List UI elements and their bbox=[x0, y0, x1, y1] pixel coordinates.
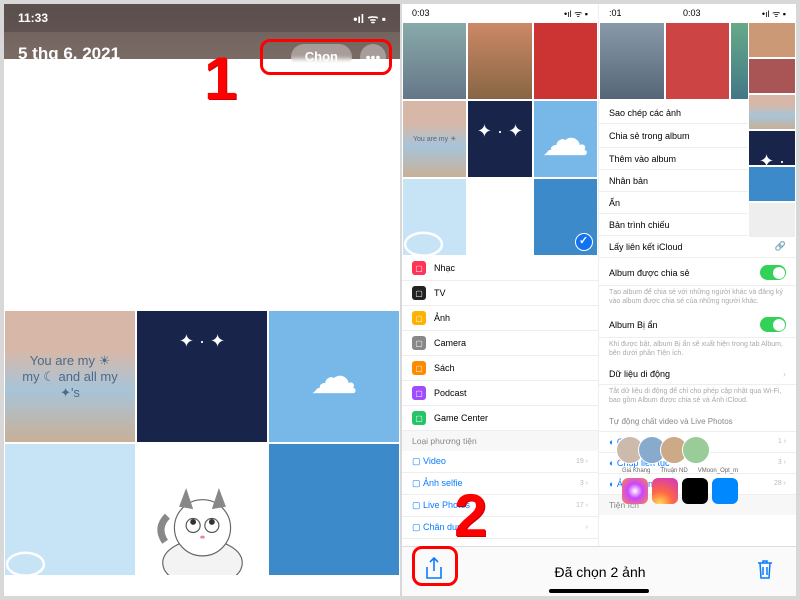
section-header: Loại phương tiện bbox=[402, 431, 598, 451]
annotation-box-2 bbox=[412, 546, 458, 586]
selection-count: Đã chọn 2 ảnh bbox=[554, 564, 645, 580]
photo-thumb[interactable] bbox=[748, 202, 796, 238]
photo-thumb[interactable] bbox=[402, 22, 467, 100]
action-sheet-item[interactable]: Lấy liên kết iCloud🔗 bbox=[599, 236, 796, 258]
media-type-item[interactable]: ▢ Video19 › bbox=[402, 451, 598, 473]
media-types-list[interactable]: ▢ Video19 ›▢ Ảnh selfie3 ›▢ Live Photos1… bbox=[402, 451, 598, 539]
row-transfer: Tự động chất video và Live Photos bbox=[599, 412, 796, 432]
media-type-item[interactable]: ▢ Ảnh selfie3 › bbox=[402, 473, 598, 495]
annotation-box-1 bbox=[260, 39, 392, 75]
settings-item[interactable]: ▢Game Center bbox=[402, 406, 598, 431]
chevron-right-icon: › bbox=[783, 369, 786, 379]
app-icon-messenger[interactable] bbox=[622, 478, 648, 504]
photo-thumb[interactable] bbox=[467, 22, 532, 100]
photo-thumb[interactable] bbox=[533, 100, 598, 178]
album-date: 5 thg 6, 2021 bbox=[18, 44, 120, 64]
photo-thumb[interactable]: You are my ☀ bbox=[402, 100, 467, 178]
photo-thumb[interactable] bbox=[4, 443, 136, 576]
toggle-switch[interactable] bbox=[760, 317, 786, 332]
action-icon: 🔗 bbox=[775, 241, 786, 252]
delete-button[interactable] bbox=[756, 558, 774, 586]
photo-grid[interactable]: You are my ☀ my ☾ and all my ✦'s bbox=[4, 104, 400, 596]
app-icon: ▢ bbox=[412, 311, 426, 325]
photo-thumb[interactable] bbox=[136, 310, 268, 443]
settings-item[interactable]: ▢Camera bbox=[402, 331, 598, 356]
app-icon-zalo[interactable] bbox=[712, 478, 738, 504]
share-contacts-row[interactable] bbox=[614, 432, 794, 468]
home-indicator bbox=[549, 589, 649, 593]
photo-thumb[interactable] bbox=[402, 178, 467, 256]
app-icon-tiktok[interactable] bbox=[682, 478, 708, 504]
media-type-item[interactable]: ▢ Chân dung › bbox=[402, 517, 598, 539]
toggle-switch[interactable] bbox=[760, 265, 786, 280]
settings-list[interactable]: ▢Nhạc▢TV▢Ảnh▢Camera▢Sách▢Podcast▢Game Ce… bbox=[402, 256, 598, 431]
photo-thumb[interactable] bbox=[268, 310, 400, 443]
share-apps-row[interactable] bbox=[614, 474, 794, 508]
settings-item[interactable]: ▢TV bbox=[402, 281, 598, 306]
photo-thumb[interactable] bbox=[533, 178, 598, 256]
annotation-number-2: 2 bbox=[454, 481, 487, 550]
helper-text: Tạo album để chia sẻ với những người khá… bbox=[599, 286, 796, 312]
photo-thumb[interactable] bbox=[748, 166, 796, 202]
photo-thumb[interactable] bbox=[467, 100, 532, 178]
app-icon: ▢ bbox=[412, 411, 426, 425]
settings-item[interactable]: ▢Sách bbox=[402, 356, 598, 381]
status-bar: 0:03•ıl ᯤ ▪ bbox=[402, 4, 598, 22]
photo-thumb[interactable] bbox=[748, 22, 796, 58]
photo-thumb[interactable] bbox=[748, 58, 796, 94]
annotation-number-1: 1 bbox=[204, 44, 237, 113]
row-mobile-data[interactable]: Dữ liệu di động› bbox=[599, 364, 796, 385]
media-type-item[interactable]: ▢ Live Photos17 › bbox=[402, 495, 598, 517]
status-time: 11:33 bbox=[18, 11, 48, 25]
contact-avatar[interactable] bbox=[682, 436, 710, 464]
photo-thumb[interactable] bbox=[748, 130, 796, 166]
app-icon-instagram[interactable] bbox=[652, 478, 678, 504]
app-icon: ▢ bbox=[412, 286, 426, 300]
helper-text: Khi được bật, album Bị ẩn sẽ xuất hiện t… bbox=[599, 338, 796, 364]
photo-thumb[interactable] bbox=[467, 178, 532, 256]
status-bar: :010:03•ıl ᯤ ▪ bbox=[599, 4, 796, 22]
app-icon: ▢ bbox=[412, 336, 426, 350]
app-icon: ▢ bbox=[412, 361, 426, 375]
photo-thumb[interactable] bbox=[533, 22, 598, 100]
photo-thumb[interactable] bbox=[268, 443, 400, 576]
settings-item[interactable]: ▢Ảnh bbox=[402, 306, 598, 331]
photo-thumb[interactable] bbox=[136, 443, 268, 576]
photo-thumb[interactable]: You are my ☀ my ☾ and all my ✦'s bbox=[4, 310, 136, 443]
photo-thumb[interactable] bbox=[665, 22, 731, 100]
toggle-row-hidden-album[interactable]: Album Bị ẩn bbox=[599, 312, 796, 338]
photo-thumb[interactable] bbox=[599, 22, 665, 100]
helper-text: Tắt dữ liệu di động để chỉ cho phép cập … bbox=[599, 385, 796, 411]
checkmark-icon bbox=[575, 233, 593, 251]
settings-item[interactable]: ▢Podcast bbox=[402, 381, 598, 406]
app-icon: ▢ bbox=[412, 386, 426, 400]
toggle-row-shared-album[interactable]: Album được chia sẻ bbox=[599, 260, 796, 286]
status-bar: 11:33 •ıl ᯤ ▪ bbox=[4, 4, 400, 32]
status-indicators: •ıl ᯤ ▪ bbox=[353, 10, 386, 27]
photo-thumb[interactable] bbox=[748, 94, 796, 130]
